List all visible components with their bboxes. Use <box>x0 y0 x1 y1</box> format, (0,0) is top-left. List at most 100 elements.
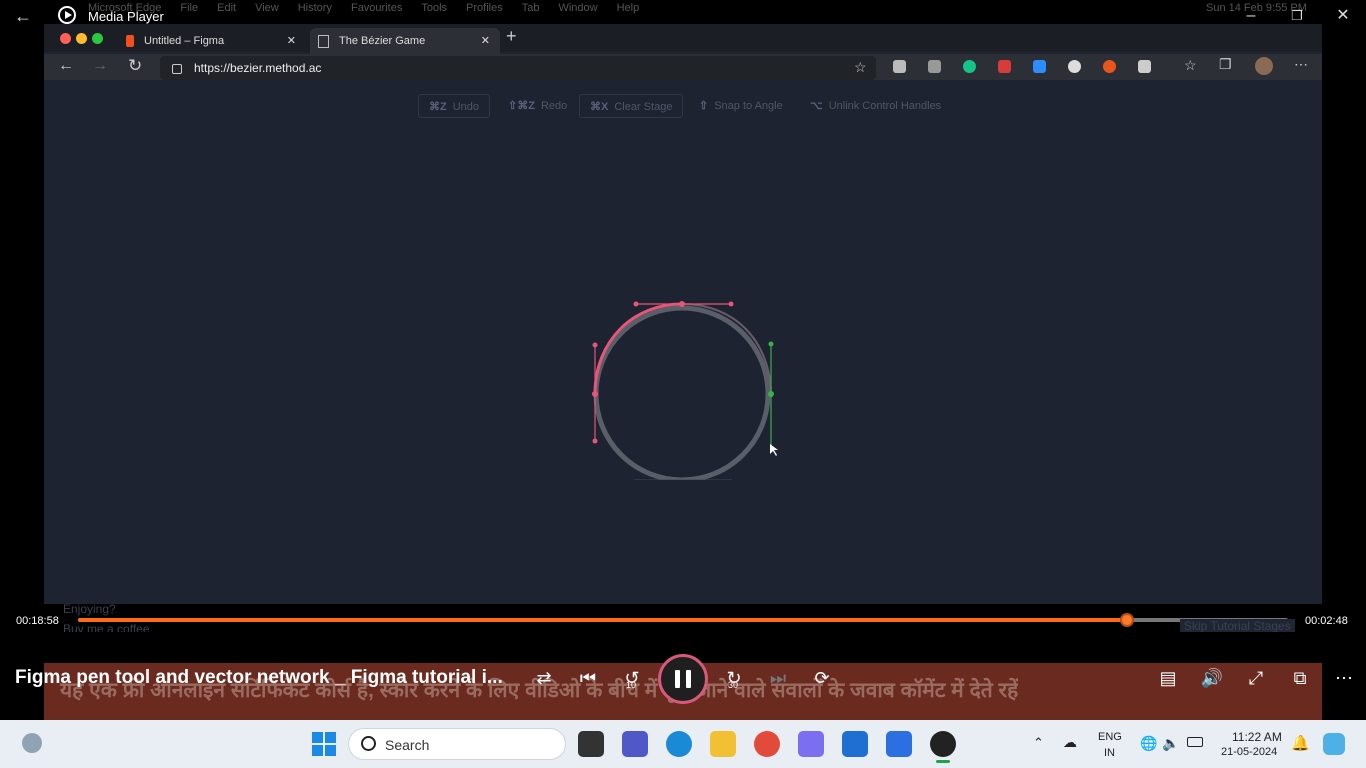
time-elapsed: 00:18:58 <box>16 615 59 627</box>
tab-figma[interactable]: Untitled – Figma ✕ <box>126 28 306 54</box>
task-view-icon[interactable] <box>578 731 604 757</box>
language-bottom[interactable]: IN <box>1104 747 1115 759</box>
tab-close-icon[interactable]: ✕ <box>481 28 490 54</box>
url-text: https://bezier.method.ac <box>194 61 322 75</box>
copilot-icon[interactable] <box>798 731 824 757</box>
edge-icon[interactable] <box>666 731 692 757</box>
more-icon[interactable]: ⋯ <box>1294 56 1308 73</box>
clock-time[interactable]: 11:22 AM <box>1232 730 1282 744</box>
next-icon[interactable]: ⏭ <box>765 667 791 689</box>
volume-icon[interactable]: 🔊 <box>1199 667 1225 689</box>
skip-forward-seconds: 30 <box>728 680 739 690</box>
seek-bar[interactable] <box>78 613 1288 627</box>
mac-menu-item: View <box>255 2 279 14</box>
grammarly-icon[interactable] <box>963 60 976 73</box>
control-point[interactable] <box>633 301 639 307</box>
clock-date[interactable]: 21-05-2024 <box>1221 746 1277 758</box>
battery-icon[interactable] <box>1187 737 1203 747</box>
refresh-icon[interactable]: ↻ <box>128 56 142 76</box>
zoom-icon[interactable] <box>1033 60 1046 73</box>
unlink-label: Unlink Control Handles <box>828 100 942 112</box>
target-circle-shape <box>593 305 771 480</box>
browser-window: Untitled – Figma ✕ The Bézier Game ✕ + ←… <box>44 24 1322 616</box>
seek-bar-fill <box>78 618 1128 622</box>
collections-icon[interactable]: ❐ <box>1219 56 1232 73</box>
undo-shortcut: ⌘Z <box>429 101 447 113</box>
figma-icon <box>126 35 134 48</box>
speaker-icon[interactable]: 🔈 <box>1162 735 1179 752</box>
language-top[interactable]: ENG <box>1098 731 1122 743</box>
forward-icon[interactable]: → <box>92 57 108 75</box>
close-traffic-light[interactable] <box>60 33 71 44</box>
teams-icon[interactable] <box>622 731 648 757</box>
bezier-canvas[interactable] <box>574 260 814 480</box>
extension-icon[interactable] <box>1103 60 1116 73</box>
bezier-game-page: ⌘Z Undo ⇧⌘Z Redo ⌘X Clear Stage ⇧ Snap to An… <box>44 80 1322 616</box>
redo-button[interactable]: ⇧⌘Z Redo <box>508 94 567 118</box>
minimize-traffic-light[interactable] <box>76 33 87 44</box>
mini-player-icon[interactable]: ⧉ <box>1287 667 1313 689</box>
mail-icon[interactable] <box>842 731 868 757</box>
extension-icon[interactable] <box>998 60 1011 73</box>
clear-shortcut: ⌘X <box>590 101 609 113</box>
minimize-icon[interactable]: – <box>1241 6 1261 26</box>
previous-icon[interactable]: ⏮ <box>575 667 601 689</box>
pause-button[interactable] <box>658 654 708 704</box>
extension-icon[interactable] <box>1138 60 1151 73</box>
network-icon[interactable]: 🌐 <box>1140 735 1157 752</box>
redo-shortcut: ⇧⌘Z <box>508 100 535 112</box>
video-title: Figma pen tool and vector network _ Figm… <box>15 667 503 688</box>
skip-back-button[interactable]: ↺ 10 <box>619 667 645 690</box>
subtitles-icon[interactable]: ▤ <box>1155 667 1181 689</box>
active-app-indicator <box>936 760 950 763</box>
globe-icon[interactable] <box>1068 60 1081 73</box>
extension-icon[interactable] <box>928 60 941 73</box>
undo-button[interactable]: ⌘Z Undo <box>418 94 491 118</box>
skip-forward-button[interactable]: ↻ 30 <box>721 667 747 690</box>
control-point[interactable] <box>768 341 774 347</box>
extension-icon[interactable] <box>893 60 906 73</box>
fullscreen-icon[interactable]: ⤢ <box>1243 667 1269 689</box>
back-icon[interactable]: ← <box>58 57 74 75</box>
mac-menu-item: History <box>297 2 332 14</box>
mac-menu-item: Help <box>616 2 640 14</box>
taskbar-search[interactable]: Search <box>348 728 566 760</box>
file-explorer-icon[interactable] <box>710 731 736 757</box>
seek-thumb[interactable] <box>1120 613 1135 627</box>
address-bar[interactable]: https://bezier.method.ac ☆ <box>160 56 876 80</box>
avatar[interactable] <box>1255 57 1273 75</box>
copilot-pre-icon[interactable] <box>1323 733 1345 755</box>
onedrive-icon[interactable]: ☁ <box>1063 734 1077 751</box>
page-icon <box>318 34 329 48</box>
tab-bezier-game[interactable]: The Bézier Game ✕ <box>310 28 500 54</box>
anchor-point[interactable] <box>768 391 774 397</box>
control-point[interactable] <box>728 301 734 307</box>
notification-bell-icon[interactable]: 🔔 <box>1291 734 1310 752</box>
chrome-icon[interactable] <box>754 731 780 757</box>
chevron-up-icon[interactable]: ⌃ <box>1033 735 1044 751</box>
widgets-icon[interactable] <box>22 733 42 753</box>
control-point[interactable] <box>592 438 598 444</box>
new-tab-icon[interactable]: + <box>506 26 517 47</box>
more-options-icon[interactable]: ⋯ <box>1331 667 1357 689</box>
control-point[interactable] <box>592 342 598 348</box>
media-player-logo-icon <box>58 6 76 24</box>
anchor-point[interactable] <box>679 301 685 307</box>
tab-close-icon[interactable]: ✕ <box>287 28 296 54</box>
favourite-star-icon[interactable]: ☆ <box>854 59 867 76</box>
media-player-taskbar-icon[interactable] <box>930 731 956 757</box>
mac-menu-item: Favourites <box>350 2 403 14</box>
favourites-icon[interactable]: ☆ <box>1184 57 1197 74</box>
search-placeholder: Search <box>385 737 430 753</box>
clear-stage-button[interactable]: ⌘X Clear Stage <box>579 94 684 118</box>
anchor-point[interactable] <box>592 391 598 397</box>
time-remaining: 00:02:48 <box>1305 615 1348 627</box>
back-arrow-icon[interactable]: ← <box>14 6 34 26</box>
repeat-off-icon[interactable]: ⟳ <box>809 667 835 689</box>
zoom-traffic-light[interactable] <box>92 33 103 44</box>
todo-icon[interactable] <box>886 731 912 757</box>
start-windows-icon[interactable] <box>312 732 336 756</box>
close-icon[interactable]: ✕ <box>1333 6 1353 26</box>
restore-icon[interactable]: ❐ <box>1287 6 1307 26</box>
shuffle-icon[interactable]: ⇄ <box>531 667 557 689</box>
